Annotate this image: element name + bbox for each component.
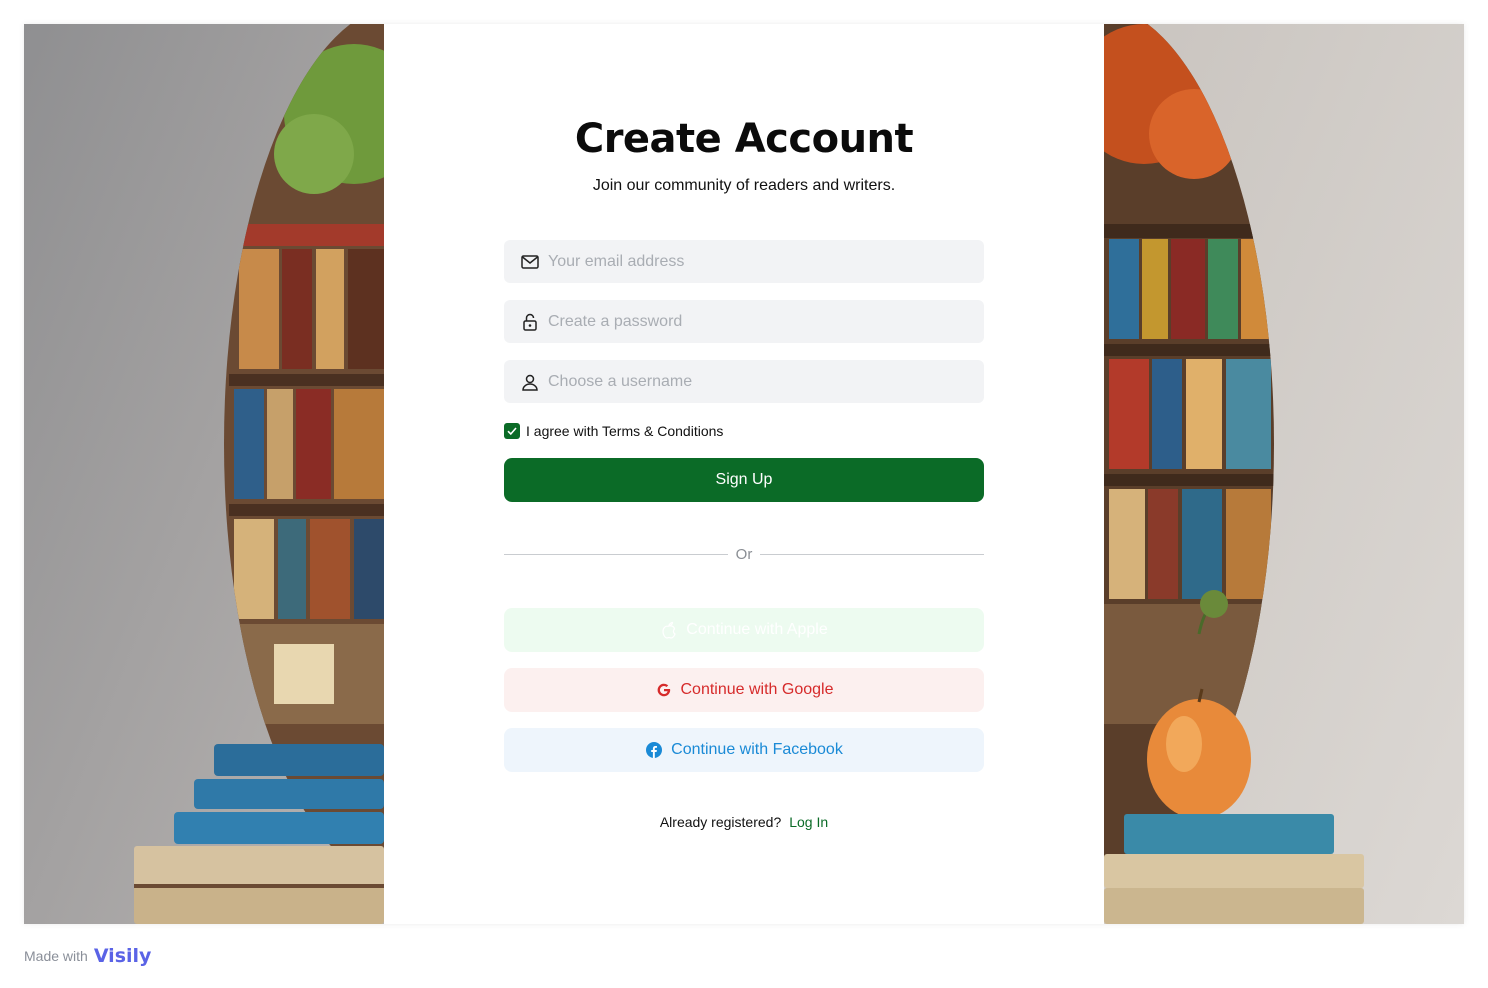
username-input[interactable] bbox=[548, 361, 968, 402]
login-row: Already registered? Log In bbox=[504, 814, 984, 830]
password-field[interactable] bbox=[504, 300, 984, 343]
page-frame: Create Account Join our community of rea… bbox=[24, 24, 1464, 924]
continue-with-google-button[interactable]: Continue with Google bbox=[504, 668, 984, 712]
left-hero-image bbox=[24, 24, 384, 924]
visily-logo[interactable]: Visily bbox=[94, 945, 152, 967]
apple-icon bbox=[660, 621, 678, 639]
username-field[interactable] bbox=[504, 360, 984, 403]
terms-row: I agree with Terms & Conditions bbox=[504, 422, 723, 440]
google-icon bbox=[655, 681, 673, 699]
apple-button-label: Continue with Apple bbox=[686, 621, 828, 638]
divider-label: Or bbox=[735, 545, 753, 563]
made-with-label: Made with bbox=[24, 948, 88, 964]
made-with-footer: Made with Visily bbox=[24, 940, 151, 972]
terms-checkbox[interactable] bbox=[504, 423, 520, 439]
page-subtitle: Join our community of readers and writer… bbox=[592, 177, 896, 194]
log-in-link[interactable]: Log In bbox=[789, 814, 828, 830]
facebook-button-label: Continue with Facebook bbox=[671, 741, 843, 758]
divider-line-left bbox=[504, 553, 728, 555]
signup-panel: Create Account Join our community of rea… bbox=[384, 24, 1104, 924]
lock-icon bbox=[520, 312, 540, 332]
facebook-icon bbox=[645, 741, 663, 759]
login-prompt: Already registered? bbox=[659, 814, 782, 830]
email-field[interactable] bbox=[504, 240, 984, 283]
continue-with-apple-button[interactable]: Continue with Apple bbox=[504, 608, 984, 652]
google-button-label: Continue with Google bbox=[680, 681, 834, 698]
check-icon bbox=[507, 427, 517, 436]
email-input[interactable] bbox=[548, 241, 968, 282]
continue-with-facebook-button[interactable]: Continue with Facebook bbox=[504, 728, 984, 772]
divider-line-right bbox=[760, 553, 985, 555]
password-input[interactable] bbox=[548, 301, 968, 342]
page-title: Create Account bbox=[574, 116, 914, 162]
or-divider: Or bbox=[504, 544, 985, 564]
mail-icon bbox=[520, 252, 540, 272]
user-icon bbox=[520, 372, 540, 392]
sign-up-button[interactable]: Sign Up bbox=[504, 458, 984, 502]
terms-label[interactable]: I agree with Terms & Conditions bbox=[526, 423, 723, 439]
right-hero-image bbox=[1104, 24, 1464, 924]
